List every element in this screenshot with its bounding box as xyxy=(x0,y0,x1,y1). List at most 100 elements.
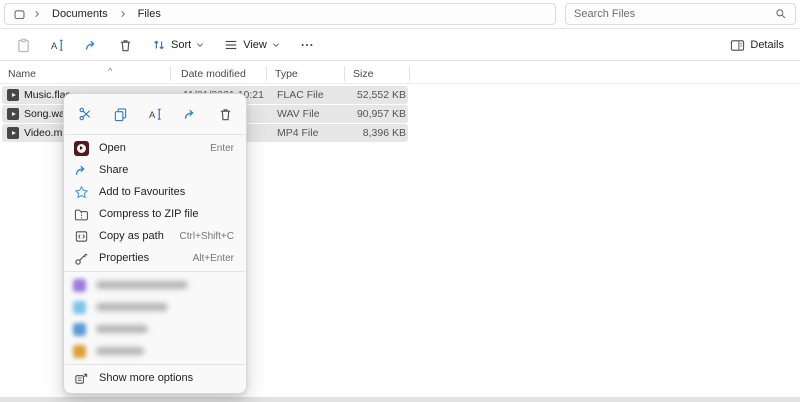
svg-text:A: A xyxy=(148,109,155,119)
redacted-label xyxy=(96,281,188,289)
search-icon xyxy=(775,8,787,20)
breadcrumb-chevron-icon xyxy=(119,10,127,18)
menu-divider xyxy=(65,364,245,365)
view-icon xyxy=(224,38,238,52)
cut-icon xyxy=(78,107,93,122)
zip-folder-icon xyxy=(73,207,89,222)
list-column-headers: Name ^ Date modified Type Size xyxy=(0,63,800,84)
menu-item-label: Add to Favourites xyxy=(99,186,224,198)
menu-item-copy-as-path[interactable]: Copy as path Ctrl+Shift+C xyxy=(64,225,246,247)
window-bottom-edge xyxy=(0,397,800,402)
view-button[interactable]: View xyxy=(216,33,288,57)
column-divider[interactable] xyxy=(266,66,267,81)
redacted-label xyxy=(96,347,144,355)
star-icon xyxy=(73,185,89,200)
column-header-type[interactable]: Type xyxy=(275,63,298,84)
breadcrumb-chevron-icon xyxy=(33,10,41,18)
file-explorer-window: Documents Files A xyxy=(0,0,800,402)
chevron-down-icon xyxy=(272,41,280,49)
file-size: 8,396 KB xyxy=(332,124,406,142)
paste-icon xyxy=(16,38,31,53)
menu-item-label: Open xyxy=(99,142,200,154)
column-header-date-modified[interactable]: Date modified xyxy=(181,63,246,84)
share-icon xyxy=(183,107,198,122)
menu-divider xyxy=(65,134,245,135)
sort-icon xyxy=(152,38,166,52)
redacted-app-icon xyxy=(73,301,86,314)
menu-item-label: Share xyxy=(99,164,224,176)
file-type: MP4 File xyxy=(277,124,318,142)
media-file-icon xyxy=(7,124,19,142)
more-options-button[interactable] xyxy=(292,33,322,57)
menu-item-shortcut: Alt+Enter xyxy=(193,253,234,264)
menu-divider xyxy=(65,271,245,272)
column-header-name[interactable]: Name xyxy=(8,63,36,84)
share-button[interactable] xyxy=(177,102,203,126)
properties-wrench-icon xyxy=(73,251,89,266)
menu-item-share[interactable]: Share xyxy=(64,159,246,181)
menu-item-label: Properties xyxy=(99,252,183,264)
menu-item-redacted[interactable] xyxy=(64,318,246,340)
show-more-options-icon xyxy=(73,371,89,386)
column-divider[interactable] xyxy=(409,66,410,81)
sort-button[interactable]: Sort xyxy=(144,33,212,57)
file-type: WAV File xyxy=(277,105,320,123)
sort-ascending-caret-icon: ^ xyxy=(108,60,112,81)
sort-label: Sort xyxy=(171,39,191,51)
command-toolbar: A Sort View xyxy=(0,30,800,61)
copy-icon xyxy=(113,107,128,122)
delete-button[interactable] xyxy=(110,33,140,57)
redacted-app-icon xyxy=(73,279,86,292)
rename-icon: A xyxy=(50,38,65,53)
media-file-icon xyxy=(7,105,19,123)
menu-item-redacted[interactable] xyxy=(64,340,246,362)
menu-item-add-to-favourites[interactable]: Add to Favourites xyxy=(64,181,246,203)
top-bar: Documents Files xyxy=(0,0,800,29)
search-input[interactable] xyxy=(574,8,775,20)
breadcrumb-item-documents[interactable]: Documents xyxy=(48,7,112,21)
context-menu-quick-actions: A xyxy=(64,98,246,132)
delete-button[interactable] xyxy=(212,102,238,126)
redacted-app-icon xyxy=(73,323,86,336)
menu-item-properties[interactable]: Properties Alt+Enter xyxy=(64,247,246,269)
menu-item-shortcut: Enter xyxy=(210,143,234,154)
copy-button[interactable] xyxy=(107,102,133,126)
menu-item-label: Copy as path xyxy=(99,230,170,242)
file-size: 90,957 KB xyxy=(332,105,406,123)
copy-path-icon xyxy=(73,229,89,244)
media-file-icon xyxy=(7,86,19,104)
trash-icon xyxy=(118,38,133,53)
view-label: View xyxy=(243,39,267,51)
share-icon xyxy=(73,163,89,178)
details-pane-icon xyxy=(730,38,745,53)
menu-item-show-more-options[interactable]: Show more options xyxy=(64,367,246,389)
ellipsis-icon xyxy=(300,38,314,52)
menu-item-open[interactable]: Open Enter xyxy=(64,137,246,159)
menu-item-redacted[interactable] xyxy=(64,296,246,318)
paste-button[interactable] xyxy=(8,33,38,57)
rename-button[interactable]: A xyxy=(142,102,168,126)
svg-text:A: A xyxy=(50,40,57,50)
cut-button[interactable] xyxy=(72,102,98,126)
breadcrumb-item-files[interactable]: Files xyxy=(134,7,165,21)
address-bar[interactable]: Documents Files xyxy=(4,3,556,25)
search-box[interactable] xyxy=(565,3,796,25)
share-icon xyxy=(84,38,99,53)
menu-item-compress-to-zip[interactable]: Compress to ZIP file xyxy=(64,203,246,225)
media-player-app-icon xyxy=(73,141,89,156)
details-label: Details xyxy=(750,39,784,51)
redacted-app-icon xyxy=(73,345,86,358)
column-divider[interactable] xyxy=(344,66,345,81)
chevron-down-icon xyxy=(196,41,204,49)
column-header-size[interactable]: Size xyxy=(353,63,373,84)
details-pane-button[interactable]: Details xyxy=(722,33,792,57)
rename-button[interactable]: A xyxy=(42,33,72,57)
trash-icon xyxy=(218,107,233,122)
file-type: FLAC File xyxy=(277,86,324,104)
column-divider[interactable] xyxy=(170,66,171,81)
menu-item-label: Compress to ZIP file xyxy=(99,208,224,220)
menu-item-redacted[interactable] xyxy=(64,274,246,296)
share-button[interactable] xyxy=(76,33,106,57)
context-menu: A Open Enter Share xyxy=(63,93,247,394)
folder-location-icon xyxy=(13,8,26,21)
